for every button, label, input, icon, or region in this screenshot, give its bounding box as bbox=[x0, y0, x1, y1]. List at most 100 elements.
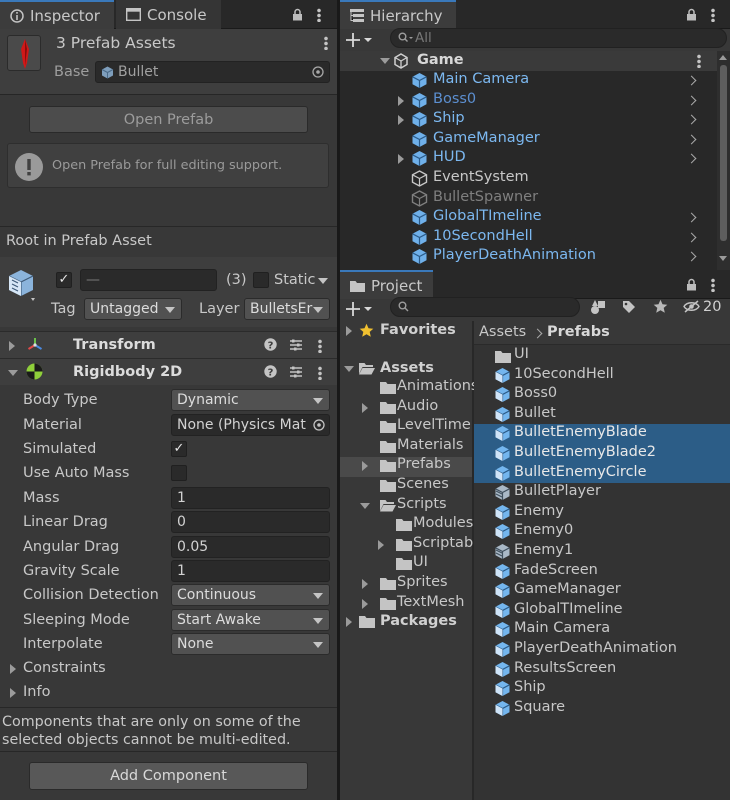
scroll-thumb[interactable] bbox=[720, 65, 727, 241]
scene-collapse-icon[interactable] bbox=[380, 58, 390, 64]
create-icon[interactable] bbox=[346, 301, 372, 317]
expand-arrow-icon[interactable] bbox=[362, 461, 368, 472]
hidden-packages-icon[interactable] bbox=[683, 300, 700, 313]
asset-item[interactable]: 10SecondHell bbox=[474, 366, 730, 386]
add-icon[interactable] bbox=[346, 32, 372, 48]
collapse-arrow-icon[interactable] bbox=[360, 502, 370, 509]
lock-icon[interactable] bbox=[292, 8, 303, 21]
preset-icon[interactable] bbox=[289, 338, 303, 352]
folder-tree-item[interactable]: LevelTime bbox=[340, 417, 472, 437]
asset-item[interactable]: BulletPlayer bbox=[474, 483, 730, 503]
static-dropdown-icon[interactable] bbox=[318, 278, 328, 284]
favorite-star-icon[interactable] bbox=[653, 299, 668, 314]
asset-item[interactable]: Boss0 bbox=[474, 385, 730, 405]
assets-collapse-icon[interactable] bbox=[344, 366, 354, 372]
expand-arrow-icon[interactable] bbox=[362, 579, 368, 589]
asset-item[interactable]: Square bbox=[474, 699, 730, 719]
hierarchy-item[interactable]: HUD bbox=[340, 149, 717, 169]
add-component-button[interactable]: Add Component bbox=[29, 762, 308, 790]
asset-item[interactable]: Ship bbox=[474, 679, 730, 699]
expand-arrow-icon[interactable] bbox=[398, 115, 404, 126]
scroll-down-icon[interactable] bbox=[719, 256, 727, 261]
assets-label[interactable]: Assets bbox=[380, 360, 434, 376]
active-checkbox[interactable]: ✓ bbox=[56, 272, 72, 288]
hierarchy-item[interactable]: BulletSpawner bbox=[340, 189, 717, 209]
open-prefab-arrow-icon[interactable] bbox=[686, 114, 697, 125]
folder-tree-item[interactable]: Scripts bbox=[340, 496, 472, 516]
open-prefab-arrow-icon[interactable] bbox=[686, 153, 697, 164]
folder-tree-item[interactable]: Scenes bbox=[340, 476, 472, 496]
hierarchy-item[interactable]: GlobalTImeline bbox=[340, 208, 717, 228]
expand-arrow-icon[interactable] bbox=[378, 539, 384, 550]
asset-item[interactable]: GameManager bbox=[474, 581, 730, 601]
hierarchy-scrollbar[interactable] bbox=[717, 51, 730, 270]
folder-tree-item[interactable]: Modules bbox=[340, 515, 473, 535]
open-prefab-arrow-icon[interactable] bbox=[686, 251, 697, 262]
sleeping-mode-dropdown[interactable]: Start Awake bbox=[171, 609, 330, 631]
constraints-arrow-icon[interactable] bbox=[10, 664, 16, 674]
open-prefab-arrow-icon[interactable] bbox=[686, 95, 697, 106]
hierarchy-item[interactable]: Main Camera bbox=[340, 71, 717, 91]
gameobject-icon[interactable] bbox=[7, 268, 41, 304]
interpolate-dropdown[interactable]: None bbox=[171, 633, 330, 655]
tab-inspector[interactable]: Inspector bbox=[0, 0, 114, 29]
filter-by-type-icon[interactable] bbox=[590, 299, 606, 315]
folder-tree-item[interactable]: Animations bbox=[340, 378, 478, 398]
packages-label[interactable]: Packages bbox=[380, 613, 457, 629]
open-prefab-arrow-icon[interactable] bbox=[686, 134, 697, 145]
base-object-field[interactable]: Bullet bbox=[95, 61, 330, 83]
gravity-scale-field[interactable]: 1 bbox=[171, 560, 330, 582]
asset-item[interactable]: Bullet bbox=[474, 405, 730, 425]
mass-field[interactable]: 1 bbox=[171, 487, 330, 509]
auto-mass-checkbox[interactable] bbox=[171, 465, 187, 481]
lock-icon[interactable] bbox=[686, 278, 697, 291]
asset-item[interactable]: Enemy1 bbox=[474, 542, 730, 562]
asset-item[interactable]: ResultsScreen bbox=[474, 660, 730, 680]
object-picker-icon[interactable] bbox=[313, 419, 325, 431]
hierarchy-item[interactable]: GameManager bbox=[340, 130, 717, 150]
help-icon[interactable]: ? bbox=[264, 338, 277, 351]
folder-tree-item[interactable]: TextMesh bbox=[340, 594, 472, 614]
body-type-dropdown[interactable]: Dynamic bbox=[171, 389, 330, 411]
packages-expand-icon[interactable] bbox=[346, 617, 352, 627]
tag-dropdown[interactable]: Untagged bbox=[84, 298, 182, 320]
folder-tree-item[interactable]: Sprites bbox=[340, 574, 472, 594]
transform-header[interactable]: Transform ? bbox=[0, 331, 337, 358]
favorites-label[interactable]: Favorites bbox=[380, 322, 456, 338]
scroll-up-icon[interactable] bbox=[719, 55, 727, 60]
open-prefab-arrow-icon[interactable] bbox=[686, 212, 697, 223]
hierarchy-item[interactable]: EventSystem bbox=[340, 169, 717, 189]
scene-menu-icon[interactable] bbox=[697, 54, 701, 68]
layer-dropdown[interactable]: BulletsEr bbox=[244, 298, 330, 320]
component-menu-icon[interactable] bbox=[318, 366, 322, 380]
expand-arrow-icon[interactable] bbox=[398, 154, 404, 165]
asset-item[interactable]: FadeScreen bbox=[474, 562, 730, 582]
rigidbody-header[interactable]: Rigidbody 2D ? bbox=[0, 358, 337, 385]
simulated-checkbox[interactable]: ✓ bbox=[171, 441, 187, 457]
project-search-input[interactable] bbox=[390, 297, 580, 317]
name-field[interactable]: — bbox=[80, 269, 217, 291]
asset-item[interactable]: UI bbox=[474, 346, 730, 366]
folder-tree-item[interactable]: UI bbox=[340, 554, 472, 574]
asset-item[interactable]: Enemy bbox=[474, 503, 730, 523]
expand-arrow-icon[interactable] bbox=[398, 95, 404, 106]
object-picker-icon[interactable] bbox=[312, 66, 324, 78]
material-field[interactable]: None (Physics Mat bbox=[171, 414, 330, 436]
hierarchy-item[interactable]: PlayerDeathAnimation bbox=[340, 247, 717, 267]
static-checkbox[interactable] bbox=[253, 272, 269, 288]
open-prefab-arrow-icon[interactable] bbox=[686, 75, 697, 86]
asset-item[interactable]: PlayerDeathAnimation bbox=[474, 640, 730, 660]
hierarchy-search-input[interactable]: All bbox=[390, 28, 727, 48]
folder-tree-item[interactable]: Scriptab bbox=[340, 535, 473, 555]
help-icon[interactable]: ? bbox=[264, 365, 277, 378]
open-prefab-arrow-icon[interactable] bbox=[686, 232, 697, 243]
asset-item[interactable]: Main Camera bbox=[474, 620, 730, 640]
breadcrumb-prefabs[interactable]: Prefabs bbox=[547, 324, 610, 340]
more-options-icon[interactable] bbox=[317, 7, 321, 22]
asset-item[interactable]: BulletEnemyBlade bbox=[474, 424, 730, 444]
folder-tree-item[interactable]: Prefabs bbox=[340, 456, 472, 476]
favorites-expand-icon[interactable] bbox=[346, 326, 352, 336]
constraints-foldout[interactable]: Constraints bbox=[23, 660, 106, 676]
open-prefab-button[interactable]: Open Prefab bbox=[29, 106, 308, 133]
asset-item[interactable]: GlobalTImeline bbox=[474, 601, 730, 621]
